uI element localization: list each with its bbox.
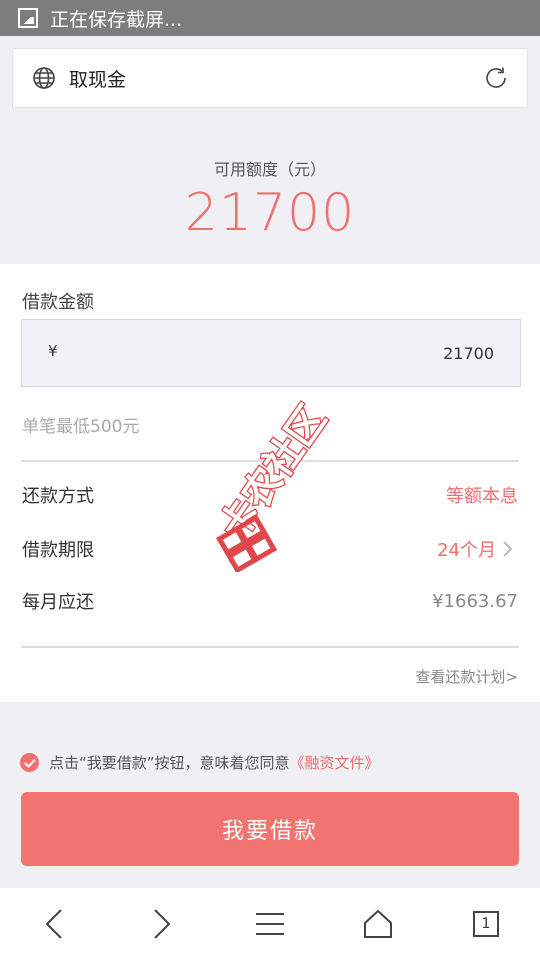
forward-icon: [154, 909, 171, 939]
home-icon: [364, 909, 392, 938]
checkbox-checked-icon[interactable]: [20, 753, 39, 772]
menu-button[interactable]: [216, 888, 324, 960]
forward-button[interactable]: [108, 888, 216, 960]
menu-icon: [256, 913, 284, 935]
home-button[interactable]: [324, 888, 432, 960]
minimum-amount-note: 单笔最低500元: [22, 417, 140, 437]
divider: [21, 646, 519, 648]
monthly-payment-label: 每月应还: [22, 592, 94, 613]
page-title: 取现金: [69, 68, 127, 91]
globe-icon: [31, 65, 57, 91]
currency-symbol: ¥: [48, 342, 58, 360]
loan-term-row[interactable]: 借款期限 24个月: [22, 534, 518, 564]
status-bar: 正在保存截屏...: [0, 0, 540, 36]
credit-label: 可用额度（元）: [213, 160, 326, 179]
loan-amount-input[interactable]: ¥ 21700: [21, 319, 521, 387]
browser-title-bar: 取现金: [12, 48, 528, 108]
divider: [21, 460, 519, 462]
agreement-row[interactable]: 点击“我要借款”按钮，意味着您同意 《融资文件》: [20, 752, 380, 773]
borrow-button[interactable]: 我要借款: [21, 792, 519, 866]
back-button[interactable]: [0, 888, 108, 960]
monthly-payment-row: 每月应还 ¥1663.67: [22, 586, 518, 616]
repayment-plan-link[interactable]: 查看还款计划>: [415, 666, 518, 687]
loan-amount-value: 21700: [443, 343, 494, 363]
back-icon: [45, 909, 62, 939]
refresh-icon[interactable]: [483, 65, 509, 91]
loan-term-label: 借款期限: [22, 540, 94, 561]
status-notification: 正在保存截屏...: [50, 8, 183, 31]
credit-section: 可用额度（元） 21700: [0, 118, 540, 264]
financing-documents-link[interactable]: 《融资文件》: [290, 752, 380, 773]
loan-term-value: 24个月: [437, 540, 496, 561]
monthly-payment-value: ¥1663.67: [432, 590, 518, 612]
credit-amount: 21700: [184, 183, 356, 243]
loan-panel: 借款金额 ¥ 21700 单笔最低500元 还款方式 等额本息 借款期限 24个…: [0, 264, 540, 702]
tabs-button[interactable]: 1: [432, 888, 540, 960]
loan-amount-label: 借款金额: [22, 292, 94, 313]
tab-count: 1: [473, 911, 499, 937]
repay-method-value: 等额本息: [446, 486, 518, 507]
repay-method-row: 还款方式 等额本息: [22, 480, 518, 510]
agreement-text: 点击“我要借款”按钮，意味着您同意: [49, 754, 290, 772]
browser-nav-bar: 1: [0, 888, 540, 960]
loan-term-value-wrap: 24个月: [437, 536, 518, 562]
chevron-right-icon: [502, 541, 518, 557]
screenshot-image-icon: [18, 8, 38, 28]
repay-method-label: 还款方式: [22, 486, 94, 507]
